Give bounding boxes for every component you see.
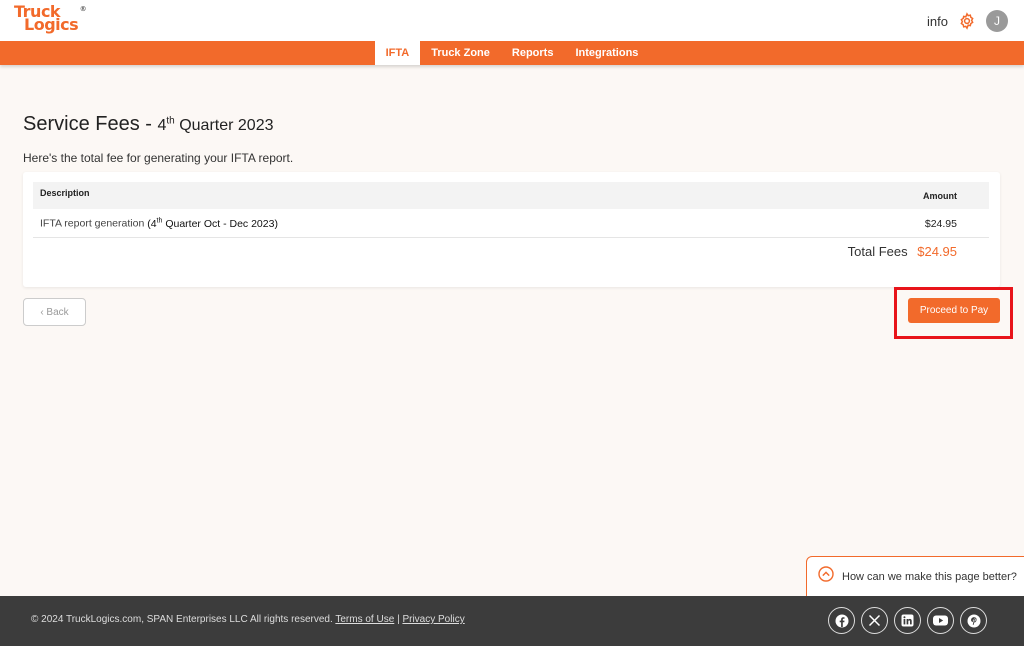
privacy-policy-link[interactable]: Privacy Policy [402, 614, 464, 625]
nav-tab-truck-zone[interactable]: Truck Zone [420, 41, 501, 65]
column-header-amount: Amount [923, 191, 957, 201]
main-nav: IFTA Truck Zone Reports Integrations [0, 41, 1024, 65]
logo-line2: Logics [24, 15, 79, 34]
linkedin-icon[interactable] [894, 607, 921, 634]
total-fees-value: $24.95 [917, 244, 957, 259]
feedback-widget[interactable]: How can we make this page better? [806, 556, 1024, 597]
page-title-main: Service Fees - [23, 113, 152, 135]
fee-amount: $24.95 [924, 218, 957, 230]
total-fees-label: Total Fees [847, 244, 908, 259]
youtube-icon[interactable] [927, 607, 954, 634]
trucklogics-logo[interactable]: Truck Logics ® [14, 4, 87, 34]
info-link[interactable]: info [927, 14, 948, 29]
total-fees: Total Fees $24.95 [848, 244, 957, 259]
x-icon[interactable] [861, 607, 888, 634]
table-header: Description Amount [33, 182, 989, 209]
nav-tab-ifta[interactable]: IFTA [374, 41, 421, 65]
back-button[interactable]: ‹ Back [23, 298, 86, 326]
user-avatar[interactable]: J [986, 10, 1008, 32]
fees-card: Description Amount IFTA report generatio… [23, 172, 1000, 287]
column-header-description: Description [40, 188, 90, 198]
top-header: Truck Logics ® info J [0, 0, 1024, 41]
page-title-quarter: 4th Quarter 2023 [157, 115, 274, 134]
nav-tab-reports[interactable]: Reports [501, 41, 565, 65]
logo-registered-mark: ® [79, 5, 87, 13]
copyright-text: © 2024 TruckLogics.com, SPAN Enterprises… [31, 614, 465, 625]
page-title: Service Fees - 4th Quarter 2023 [23, 113, 273, 136]
facebook-icon[interactable] [828, 607, 855, 634]
gear-icon[interactable] [958, 12, 976, 30]
terms-of-use-link[interactable]: Terms of Use [335, 614, 394, 625]
pinterest-icon[interactable] [960, 607, 987, 634]
page-subtitle: Here's the total fee for generating your… [23, 151, 294, 165]
table-row: IFTA report generation (4th Quarter Oct … [33, 209, 989, 238]
fee-description: IFTA report generation (4th Quarter Oct … [40, 217, 278, 230]
nav-tab-integrations[interactable]: Integrations [564, 41, 649, 65]
footer: © 2024 TruckLogics.com, SPAN Enterprises… [0, 596, 1024, 646]
chevron-up-icon [818, 566, 834, 587]
feedback-text: How can we make this page better? [842, 570, 1017, 583]
social-links [828, 607, 987, 634]
proceed-to-pay-button[interactable]: Proceed to Pay [908, 298, 1000, 323]
